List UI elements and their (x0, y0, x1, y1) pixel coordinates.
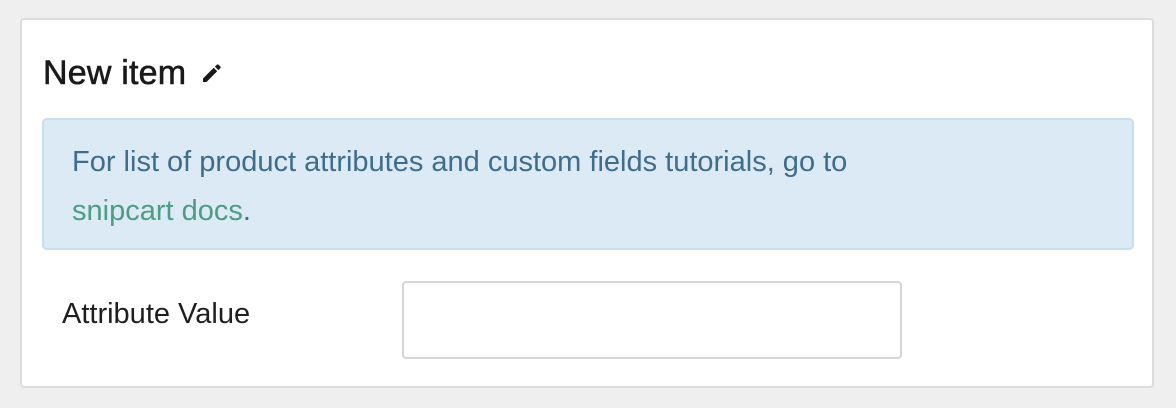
attribute-value-label: Attribute Value (62, 298, 251, 330)
snipcart-docs-link[interactable]: snipcart docs (72, 195, 243, 227)
panel-header: New item (43, 50, 224, 96)
new-item-panel: New item For list of product attributes … (20, 18, 1154, 388)
pencil-icon[interactable] (200, 61, 224, 85)
page-title: New item (43, 53, 187, 92)
info-alert: For list of product attributes and custo… (42, 118, 1134, 250)
info-text-end: . (242, 195, 251, 227)
info-text: For list of product attributes and custo… (72, 146, 848, 178)
attribute-value-input[interactable] (402, 281, 902, 359)
